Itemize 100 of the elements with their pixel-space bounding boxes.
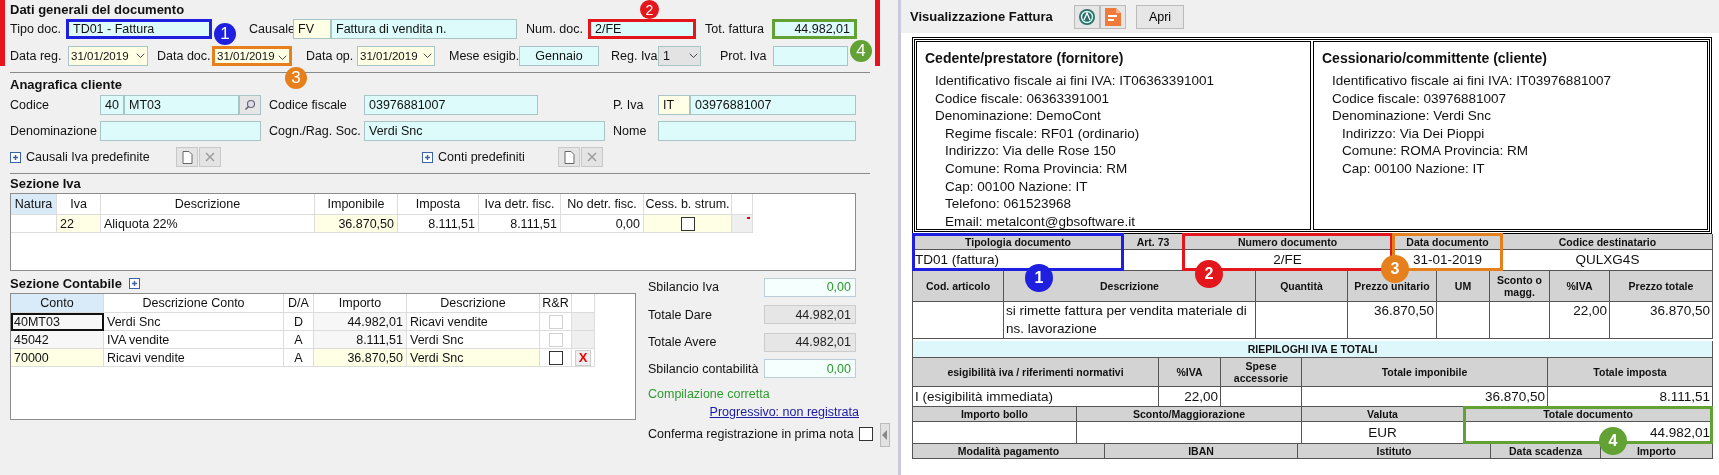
column-header: Art. 73 (1124, 234, 1183, 250)
column-header: IBAN (1105, 444, 1298, 459)
table-cell: 0,00 (561, 215, 644, 233)
dropdown[interactable]: 1 (658, 46, 701, 66)
amount-field: 0,00 (764, 277, 856, 297)
party-detail: Identificativo fiscale ai fini IVA: IT03976881007 (1331, 72, 1612, 90)
table-cell: Verdi Snc (407, 331, 540, 349)
field-label: Data doc. (157, 49, 212, 63)
field-label: Data op. (306, 49, 355, 63)
panel-title: Visualizzazione Fattura (910, 8, 1054, 26)
field-label: Prot. Iva (720, 49, 768, 63)
table-cell: 36.870,50 (1348, 302, 1437, 339)
table-cell: A (284, 331, 314, 349)
input-field[interactable]: Verdi Snc (364, 121, 605, 141)
party-detail: Indirizzo: Via delle Rose 150 (944, 142, 1117, 160)
table-cell: 8.111,51 (398, 215, 479, 233)
column-header: Cess. b. strum. (644, 194, 732, 215)
party-detail: Denominazione: Verdi Snc (1331, 107, 1493, 125)
expander-label[interactable]: Conti predefiniti (438, 150, 558, 164)
delete-button[interactable]: X (575, 349, 591, 366)
party-detail: Email: metalcont@gbsoftware.it (944, 212, 1137, 231)
code-field[interactable]: 40 (100, 95, 124, 115)
column-header: Prezzo totale (1610, 271, 1713, 302)
number-badge: 2 (640, 0, 659, 19)
number-badge: 1 (214, 23, 236, 45)
table-cell: Ricavi vendite (407, 313, 540, 331)
field-label: Codice (10, 98, 50, 112)
field-label: Cogn./Rag. Soc. (269, 124, 362, 138)
field-label: Num. doc. (526, 22, 584, 36)
code-field[interactable]: IT (658, 95, 690, 115)
column-header: %IVA (1159, 358, 1221, 387)
column-header: Natura (11, 194, 57, 215)
input-field[interactable]: MT03 (124, 95, 239, 115)
party-detail: Indirizzo: Via Dei Pioppi (1341, 124, 1486, 143)
input-field[interactable]: 44.982,01 (772, 19, 857, 39)
section-title: Dati generali del documento (10, 1, 185, 19)
column-header: Istituto (1298, 444, 1491, 459)
table-cell: 8.111,51 (314, 331, 407, 349)
number-badge: 4 (1599, 427, 1627, 455)
amount-field: 0,00 (764, 359, 856, 378)
party-detail: Identificativo fiscale ai fini IVA: IT06363391001 (934, 72, 1215, 90)
column-header: Imposta (398, 194, 479, 215)
column-header: Cod. articolo (913, 271, 1004, 302)
date-field[interactable]: 31/01/2019 (357, 46, 435, 66)
number-badge: 1 (1025, 264, 1053, 292)
column-header: Sconto/Maggiorazione (1077, 407, 1302, 422)
party-detail: Cap: 00100 Nazione: IT (944, 177, 1089, 196)
section-title: Sezione Iva (10, 175, 81, 193)
field-label: Data reg. (10, 49, 63, 63)
column-header: Iva (57, 194, 101, 215)
table-cell: IVA vendite (104, 331, 284, 349)
field-label: Sbilancio contabilità (648, 361, 760, 376)
column-header: D/A (284, 294, 314, 313)
input-field[interactable]: 03976881007 (690, 95, 856, 115)
input-field[interactable]: 03976881007 (364, 95, 538, 115)
field-label: Causale (249, 22, 293, 36)
table-cell: D (284, 313, 314, 331)
field-label: Codice fiscale (269, 98, 348, 112)
column-header: Totale imponibile (1302, 358, 1548, 387)
input-field[interactable]: Gennaio (519, 46, 599, 66)
number-badge: 4 (850, 40, 872, 62)
checkbox-label: Conferma registrazione in prima nota (648, 427, 854, 441)
progress-link[interactable]: Progressivo: non registrata (709, 405, 859, 419)
column-header: UM (1437, 271, 1490, 302)
date-field[interactable]: 31/01/2019 (212, 46, 292, 66)
section-title: Anagrafica cliente (10, 75, 122, 94)
code-field[interactable]: FV (293, 19, 331, 39)
field-label: Totale Dare (648, 307, 713, 322)
field-label: Tot. fattura (705, 22, 766, 36)
number-badge: 3 (285, 67, 307, 89)
input-field[interactable]: 2/FE (588, 19, 696, 39)
field-label: Nome (613, 124, 648, 138)
table-cell: 36.870,50 (1610, 302, 1713, 339)
column-header: No detr. fisc. (561, 194, 644, 215)
open-button[interactable]: Apri (1136, 4, 1184, 29)
table-cell: 36.870,50 (314, 349, 407, 367)
column-header: Quantità (1256, 271, 1348, 302)
column-header: %IVA (1550, 271, 1610, 302)
table-cell: 40MT03 (11, 313, 104, 331)
input-field[interactable]: TD01 - Fattura (66, 19, 212, 39)
column-header: Sconto o magg. (1490, 271, 1550, 302)
input-field[interactable]: Fattura di vendita n. (331, 19, 517, 39)
date-field[interactable]: 31/01/2019 (68, 46, 148, 66)
table-cell: A (284, 349, 314, 367)
column-header: Valuta (1302, 407, 1464, 422)
table-cell: Verdi Snc (407, 349, 540, 367)
column-header: Conto (11, 294, 104, 313)
amount-field: 44.982,01 (764, 305, 856, 324)
column-header: Data scadenza (1491, 444, 1601, 459)
party-detail: Comune: ROMA Provincia: RM (1341, 142, 1530, 160)
field-label: Tipo doc. (10, 22, 62, 36)
party-title: Cessionario/committente (cliente) (1322, 50, 1548, 68)
expander-label[interactable]: Causali Iva predefinite (26, 150, 176, 164)
column-header: R&R (540, 294, 572, 313)
column-header: Importo (314, 294, 407, 313)
column-header: Imponibile (315, 194, 398, 215)
table-cell: 36.870,50 (315, 215, 398, 233)
section-title: Sezione Contabile (10, 275, 122, 293)
column-header: Totale imposta (1548, 358, 1713, 387)
table-cell: 45042 (11, 331, 104, 349)
